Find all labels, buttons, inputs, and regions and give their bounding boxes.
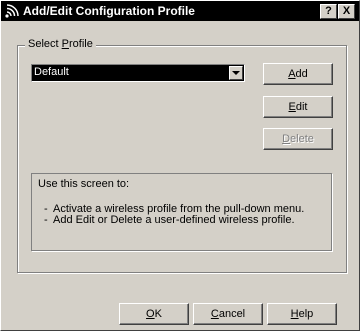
context-help-button[interactable]: ? [320, 4, 337, 19]
select-profile-label: Select Profile [25, 38, 96, 50]
bullet: - [44, 214, 48, 226]
help-button[interactable]: Help [267, 303, 337, 325]
delete-button[interactable]: Delete [263, 128, 333, 150]
add-button[interactable]: Add [263, 63, 333, 85]
delete-button-rest: elete [290, 133, 314, 145]
select-profile-label-prefix: Select [28, 38, 62, 50]
cancel-button-rest: ancel [218, 308, 246, 320]
edit-button[interactable]: Edit [263, 96, 333, 118]
wireless-signal-icon [5, 4, 19, 18]
ok-button-accel: O [146, 308, 155, 320]
info-item-text: Add Edit or Delete a user-defined wirele… [53, 214, 295, 226]
window-title: Add/Edit Configuration Profile [23, 4, 195, 18]
selected-profile-value: Default [34, 66, 69, 78]
info-item: - Add Edit or Delete a user-defined wirel… [44, 215, 304, 226]
cancel-button[interactable]: Cancel [193, 303, 263, 325]
edit-button-rest: dit [295, 101, 308, 113]
add-button-rest: dd [295, 68, 308, 80]
chevron-down-icon[interactable] [229, 66, 243, 80]
help-button-rest: elp [298, 308, 314, 320]
info-list: - Activate a wireless profile from the pu… [44, 204, 304, 226]
delete-button-accel: D [282, 133, 291, 145]
title-bar[interactable]: Add/Edit Configuration Profile ? X [1, 1, 359, 21]
help-button-accel: H [290, 308, 299, 320]
ok-button-rest: K [154, 308, 162, 320]
profile-dropdown[interactable]: Default [31, 64, 245, 82]
ok-button[interactable]: OK [119, 303, 189, 325]
close-button[interactable]: X [338, 4, 355, 19]
cancel-button-accel: C [210, 308, 219, 320]
add-button-accel: A [288, 68, 296, 80]
info-panel: Use this screen to: - Activate a wireless… [31, 173, 332, 251]
add-edit-configuration-profile-dialog: Add/Edit Configuration Profile ? X Selec… [0, 0, 360, 331]
select-profile-label-suffix: rofile [68, 38, 93, 50]
edit-button-accel: E [288, 101, 296, 113]
select-profile-label-accel: P [61, 38, 69, 50]
info-heading: Use this screen to: [38, 178, 130, 190]
